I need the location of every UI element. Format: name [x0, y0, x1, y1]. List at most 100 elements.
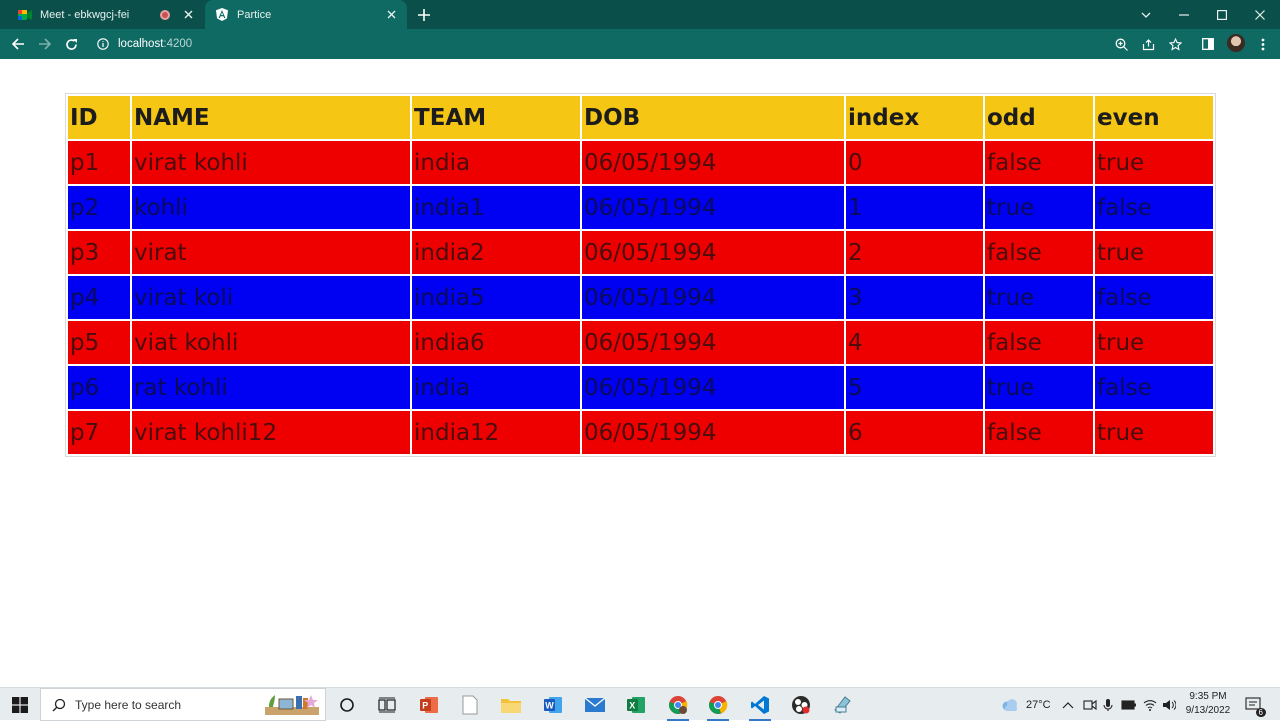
cell-id: p2: [68, 186, 130, 229]
cell-even: true: [1095, 141, 1213, 184]
cell-team: india: [412, 141, 580, 184]
profile-avatar[interactable]: [1227, 34, 1245, 52]
browser-toolbar: localhost:4200: [0, 29, 1280, 59]
search-icon: [51, 697, 67, 713]
cell-id: p4: [68, 276, 130, 319]
tab-search-icon[interactable]: [1127, 0, 1165, 29]
close-tab-icon[interactable]: [383, 7, 399, 23]
angular-icon: [215, 8, 229, 22]
obs-recorder-icon[interactable]: [788, 692, 814, 718]
cell-name: virat: [132, 231, 410, 274]
cell-name: rat kohli: [132, 366, 410, 409]
cell-index: 0: [846, 141, 983, 184]
table-row: p4 virat koli india5 06/05/1994 3 true f…: [68, 276, 1213, 319]
forward-icon[interactable]: [34, 34, 54, 54]
windows-start-icon[interactable]: [0, 688, 40, 721]
tab-title: Partice: [237, 8, 272, 21]
vscode-icon[interactable]: [747, 692, 773, 721]
file-explorer-icon[interactable]: [498, 692, 524, 718]
table-row: p3 virat india2 06/05/1994 2 false true: [68, 231, 1213, 274]
maximize-icon[interactable]: [1203, 0, 1241, 29]
reload-icon[interactable]: [61, 34, 81, 54]
url-host: localhost: [118, 38, 164, 50]
cell-even: false: [1095, 276, 1213, 319]
cell-odd: false: [985, 231, 1093, 274]
cell-index: 6: [846, 411, 983, 454]
zoom-icon[interactable]: [1111, 34, 1131, 54]
cortana-icon[interactable]: [334, 692, 360, 718]
cell-even: false: [1095, 366, 1213, 409]
close-tab-icon[interactable]: [180, 7, 196, 23]
menu-kebab-icon[interactable]: [1253, 34, 1273, 54]
share-icon[interactable]: [1138, 34, 1158, 54]
notification-count-badge: 6: [1255, 708, 1266, 717]
cell-odd: false: [985, 411, 1093, 454]
tab-meet[interactable]: Meet - ebkwgcj-fei: [8, 0, 204, 29]
excel-icon[interactable]: X: [623, 692, 649, 718]
minimize-icon[interactable]: [1165, 0, 1203, 29]
column-header-dob: DOB: [582, 96, 844, 139]
site-info-icon[interactable]: [96, 37, 110, 51]
task-view-icon[interactable]: [374, 692, 400, 718]
cell-odd: true: [985, 186, 1093, 229]
cell-odd: true: [985, 366, 1093, 409]
windows-taskbar: Type here to search P W X 27°C 9:35 PM 9…: [0, 687, 1280, 721]
blank-document-icon[interactable]: [457, 692, 483, 718]
chrome-profile-icon[interactable]: [665, 692, 691, 721]
battery-icon[interactable]: [1121, 688, 1137, 721]
cell-dob: 06/05/1994: [582, 366, 844, 409]
notification-center-icon[interactable]: 6: [1244, 695, 1266, 717]
weather-cloud-icon: [1002, 698, 1017, 711]
column-header-odd: odd: [985, 96, 1093, 139]
cell-dob: 06/05/1994: [582, 231, 844, 274]
close-window-icon[interactable]: [1241, 0, 1279, 29]
side-panel-icon[interactable]: [1198, 34, 1218, 54]
cell-index: 1: [846, 186, 983, 229]
cell-team: india12: [412, 411, 580, 454]
temperature-text: 27°C: [1026, 698, 1051, 711]
cell-id: p7: [68, 411, 130, 454]
cell-dob: 06/05/1994: [582, 186, 844, 229]
meet-tray-icon[interactable]: [1083, 688, 1097, 721]
address-bar[interactable]: localhost:4200: [90, 32, 1140, 56]
word-icon[interactable]: W: [540, 692, 566, 718]
cell-name: kohli: [132, 186, 410, 229]
cell-index: 4: [846, 321, 983, 364]
microphone-icon[interactable]: [1103, 688, 1113, 721]
cell-dob: 06/05/1994: [582, 141, 844, 184]
google-meet-icon: [18, 8, 32, 22]
column-header-name: NAME: [132, 96, 410, 139]
cell-team: india2: [412, 231, 580, 274]
weather-widget[interactable]: 27°C: [1000, 688, 1051, 721]
cell-index: 2: [846, 231, 983, 274]
new-tab-button[interactable]: [414, 5, 434, 25]
cell-team: india: [412, 366, 580, 409]
snipping-tool-icon[interactable]: [829, 692, 855, 718]
bookmark-star-icon[interactable]: [1165, 34, 1185, 54]
table-row: p6 rat kohli india 06/05/1994 5 true fal…: [68, 366, 1213, 409]
mail-icon[interactable]: [582, 692, 608, 718]
back-icon[interactable]: [8, 34, 28, 54]
cell-name: virat koli: [132, 276, 410, 319]
powerpoint-icon[interactable]: P: [416, 692, 442, 718]
wifi-icon[interactable]: [1143, 688, 1157, 721]
table-row: p7 virat kohli12 india12 06/05/1994 6 fa…: [68, 411, 1213, 454]
tab-strip: Meet - ebkwgcj-fei Partice: [0, 0, 1280, 29]
taskbar-search-box[interactable]: Type here to search: [40, 688, 326, 721]
column-header-team: TEAM: [412, 96, 580, 139]
page-content: ID NAME TEAM DOB index odd even p1 virat…: [0, 59, 1280, 687]
tray-chevron-icon[interactable]: [1062, 688, 1074, 721]
cell-team: india1: [412, 186, 580, 229]
cell-odd: true: [985, 276, 1093, 319]
tab-partice[interactable]: Partice: [205, 0, 407, 29]
url-text: localhost:4200: [118, 38, 192, 50]
cell-id: p5: [68, 321, 130, 364]
column-header-id: ID: [68, 96, 130, 139]
volume-icon[interactable]: [1162, 688, 1176, 721]
chrome-icon[interactable]: [705, 692, 731, 721]
taskbar-clock[interactable]: 9:35 PM 9/13/2022: [1180, 690, 1236, 718]
cell-dob: 06/05/1994: [582, 411, 844, 454]
players-table: ID NAME TEAM DOB index odd even p1 virat…: [65, 93, 1216, 457]
table-row: p5 viat kohli india6 06/05/1994 4 false …: [68, 321, 1213, 364]
column-header-index: index: [846, 96, 983, 139]
